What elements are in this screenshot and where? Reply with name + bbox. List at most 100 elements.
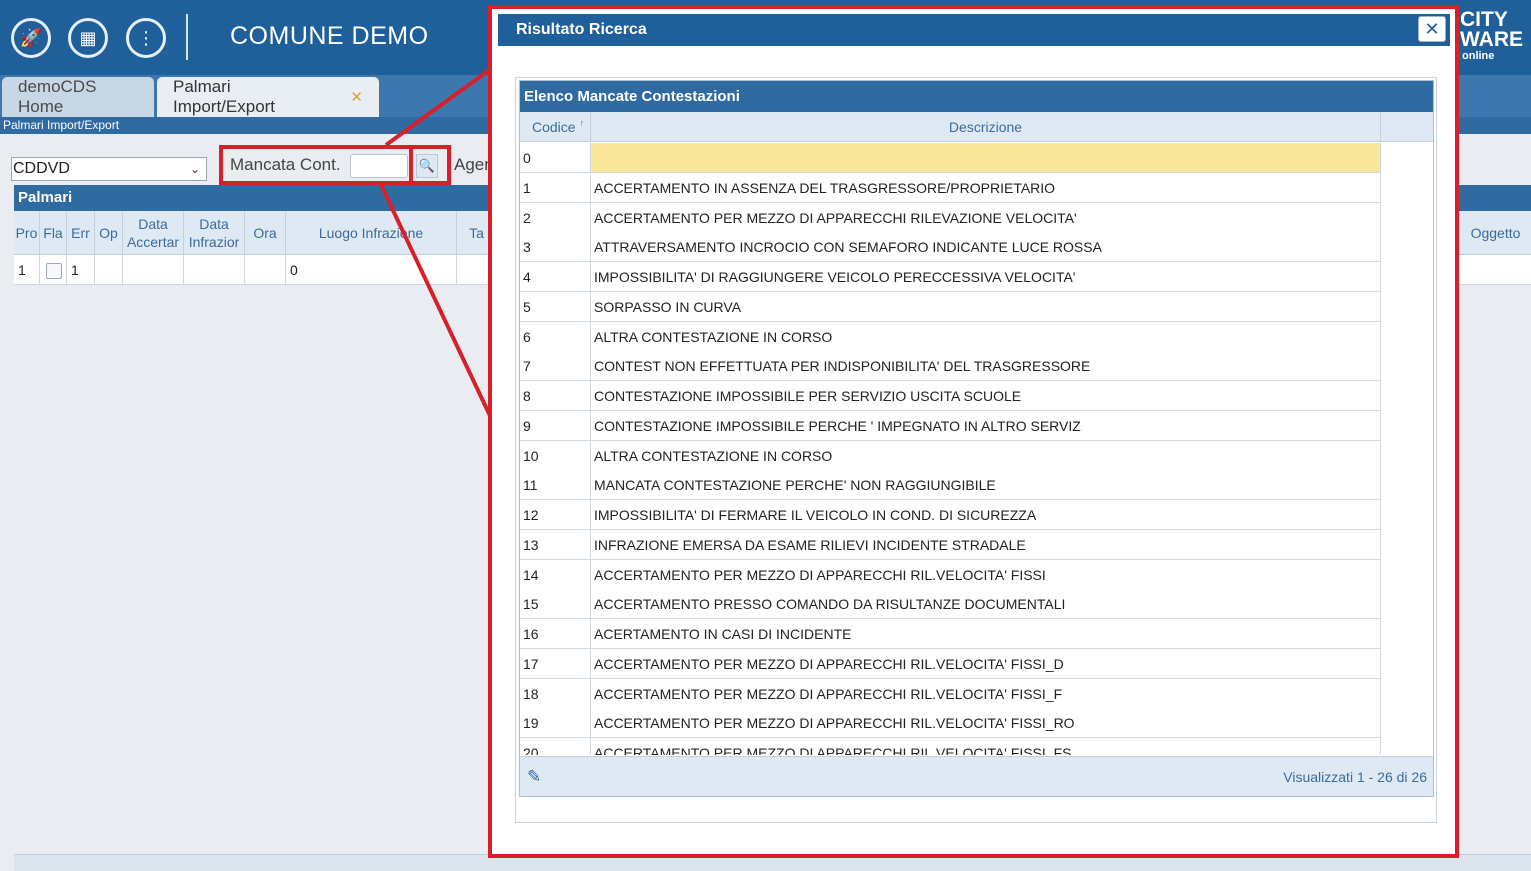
list-item-description: MANCATA CONTESTAZIONE PERCHE' NON RAGGIU… [591,470,1381,499]
logo-line2: WARE [1460,28,1523,51]
col-ora[interactable]: Ora [245,211,286,255]
list-item[interactable]: 19 ACCERTAMENTO PER MEZZO DI APPARECCHI R… [520,708,1381,738]
list-item-description: ATTRAVERSAMENTO INCROCIO CON SEMAFORO IN… [591,232,1381,261]
row-checkbox[interactable] [46,263,62,279]
list-item-code: 10 [520,441,591,470]
list-item-code: 8 [520,381,591,410]
list-item[interactable]: 14 ACCERTAMENTO PER MEZZO DI APPARECCHI R… [520,560,1381,590]
list-item-description: ACCERTAMENTO PRESSO COMANDO DA RISULTANZ… [591,589,1381,618]
list-item[interactable]: 2 ACCERTAMENTO PER MEZZO DI APPARECCHI RI… [520,203,1381,233]
mancate-contestazioni-list: Elenco Mancate Contestazioni Codice ↑ Des… [519,80,1434,797]
app-title: COMUNE DEMO [230,22,429,50]
list-item[interactable]: 10 ALTRA CONTESTAZIONE IN CORSO [520,441,1381,471]
col-oggetto[interactable]: Oggetto [1460,211,1531,255]
col-data-accertamento[interactable]: Data Accertar [123,211,184,255]
device-select-value: CDDVD [13,160,70,177]
close-tab-icon[interactable]: ✕ [350,88,363,106]
list-item[interactable]: 20 ACCERTAMENTO PER MEZZO DI APPARECCHI R… [520,738,1381,755]
logo-line3: online [1462,50,1495,62]
list-item-description: ACCERTAMENTO PER MEZZO DI APPARECCHI RIL… [591,738,1381,755]
list-item[interactable]: 17 ACCERTAMENTO PER MEZZO DI APPARECCHI R… [520,649,1381,679]
list-item-description: INFRAZIONE EMERSA DA ESAME RILIEVI INCID… [591,530,1381,559]
rocket-icon[interactable]: 🚀 [11,18,51,58]
list-item-description: ACERTAMENTO IN CASI DI INCIDENTE [591,619,1381,648]
tab-palmari-import-export[interactable]: Palmari Import/Export ✕ [157,77,379,117]
list-item-description: ACCERTAMENTO IN ASSENZA DEL TRASGRESSORE… [591,173,1381,202]
list-item-description: ACCERTAMENTO PER MEZZO DI APPARECCHI RIL… [591,679,1381,708]
list-item[interactable]: 15 ACCERTAMENTO PRESSO COMANDO DA RISULTA… [520,589,1381,619]
close-icon[interactable]: ✕ [1418,16,1446,42]
list-item-code: 2 [520,203,591,232]
mancata-cont-input[interactable] [350,154,408,178]
col-pro[interactable]: Pro [14,211,40,255]
list-item-description: IMPOSSIBILITA' DI RAGGIUNGERE VEICOLO PE… [591,262,1381,291]
list-item[interactable]: 3 ATTRAVERSAMENTO INCROCIO CON SEMAFORO I… [520,232,1381,262]
list-pager: ✎ Visualizzati 1 - 26 di 26 [520,756,1433,796]
cell-luogo: 0 [286,255,457,285]
list-item[interactable]: 1 ACCERTAMENTO IN ASSENZA DEL TRASGRESSOR… [520,173,1381,203]
list-item-code: 6 [520,322,591,351]
logo-line1: CITY [1460,8,1508,31]
list-item[interactable]: 11 MANCATA CONTESTAZIONE PERCHE' NON RAGG… [520,470,1381,500]
list-item-code: 12 [520,500,591,529]
list-item-description [591,143,1381,172]
col-descrizione[interactable]: Descrizione [591,112,1381,142]
dialog-header: Risultato Ricerca ✕ [498,14,1450,46]
cell-op [95,255,123,285]
list-item-description: CONTEST NON EFFETTUATA PER INDISPONIBILI… [591,351,1381,380]
dialog-title: Risultato Ricerca [516,21,647,38]
list-item-description: ACCERTAMENTO PER MEZZO DI APPARECCHI RIL… [591,708,1381,737]
list-item[interactable]: 7 CONTEST NON EFFETTUATA PER INDISPONIBIL… [520,351,1381,381]
col-luogo-infrazione[interactable]: Luogo Infrazione [286,211,457,255]
col-err[interactable]: Err [67,211,95,255]
list-item[interactable]: 5 SORPASSO IN CURVA [520,292,1381,322]
list-item-code: 15 [520,589,591,618]
col-data-infrazione[interactable]: Data Infrazior [184,211,245,255]
cell-pro: 1 [14,255,40,285]
list-item[interactable]: 8 CONTESTAZIONE IMPOSSIBILE PER SERVIZIO … [520,381,1381,411]
list-item-description: ACCERTAMENTO PER MEZZO DI APPARECCHI RIL… [591,203,1381,232]
list-item-code: 16 [520,619,591,648]
grid-icon[interactable]: ▦ [68,18,108,58]
list-item-code: 7 [520,351,591,380]
cell-ora [245,255,286,285]
list-item-description: ACCERTAMENTO PER MEZZO DI APPARECCHI RIL… [591,560,1381,589]
list-item[interactable]: 0 [520,143,1381,173]
list-item[interactable]: 6 ALTRA CONTESTAZIONE IN CORSO [520,322,1381,352]
list-item-code: 1 [520,173,591,202]
device-select[interactable]: CDDVD ⌄ [11,157,207,181]
list-item[interactable]: 18 ACCERTAMENTO PER MEZZO DI APPARECCHI R… [520,679,1381,709]
list-item-code: 9 [520,411,591,440]
list-item[interactable]: 12 IMPOSSIBILITA' DI FERMARE IL VEICOLO I… [520,500,1381,530]
list-item-code: 19 [520,708,591,737]
list-item-code: 3 [520,232,591,261]
chevron-down-icon: ⌄ [189,162,200,176]
more-icon[interactable]: ⋮ [126,18,166,58]
cell-data-accertamento [123,255,184,285]
search-icon[interactable]: 🔍 [416,154,438,178]
list-item-code: 11 [520,470,591,499]
list-item-description: CONTESTAZIONE IMPOSSIBILE PER SERVIZIO U… [591,381,1381,410]
list-item[interactable]: 9 CONTESTAZIONE IMPOSSIBILE PERCHE ' IMPE… [520,411,1381,441]
cell-data-infrazione [184,255,245,285]
list-item-description: CONTESTAZIONE IMPOSSIBILE PERCHE ' IMPEG… [591,411,1381,440]
col-fla[interactable]: Fla [40,211,67,255]
list-item[interactable]: 16 ACERTAMENTO IN CASI DI INCIDENTE [520,619,1381,649]
list-rows: 0 1 ACCERTAMENTO IN ASSENZA DEL TRASGRESSO… [520,143,1433,755]
list-item[interactable]: 4 IMPOSSIBILITA' DI RAGGIUNGERE VEICOLO P… [520,262,1381,292]
list-item[interactable]: 13 INFRAZIONE EMERSA DA ESAME RILIEVI INC… [520,530,1381,560]
cityware-logo: CITY WARE online [1460,8,1523,62]
mancata-cont-label: Mancata Cont. [230,155,341,174]
list-item-code: 20 [520,738,591,755]
col-codice[interactable]: Codice ↑ [520,112,591,142]
cell-err: 1 [67,255,95,285]
pencil-icon[interactable]: ✎ [527,767,541,787]
list-item-description: ALTRA CONTESTAZIONE IN CORSO [591,322,1381,351]
list-item-description: ACCERTAMENTO PER MEZZO DI APPARECCHI RIL… [591,649,1381,678]
list-item-code: 18 [520,679,591,708]
tab-democds-home[interactable]: demoCDS Home [2,77,154,117]
sort-asc-icon: ↑ [579,118,585,128]
col-op[interactable]: Op [95,211,123,255]
list-item-code: 13 [520,530,591,559]
pager-info: Visualizzati 1 - 26 di 26 [1283,769,1427,785]
